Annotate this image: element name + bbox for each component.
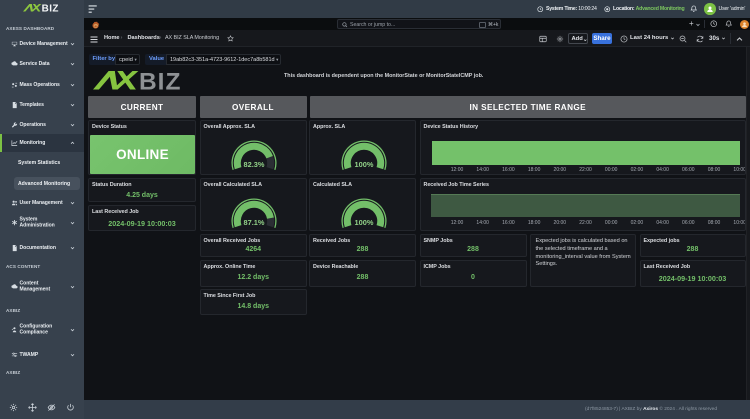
svg-text:100%: 100%: [354, 218, 373, 227]
svg-text:100%: 100%: [354, 160, 373, 169]
svg-text:87.1%: 87.1%: [244, 218, 265, 227]
svg-text:BIZ: BIZ: [41, 4, 58, 12]
svg-text:82.3%: 82.3%: [244, 160, 265, 169]
svg-text:BIZ: BIZ: [139, 71, 181, 90]
